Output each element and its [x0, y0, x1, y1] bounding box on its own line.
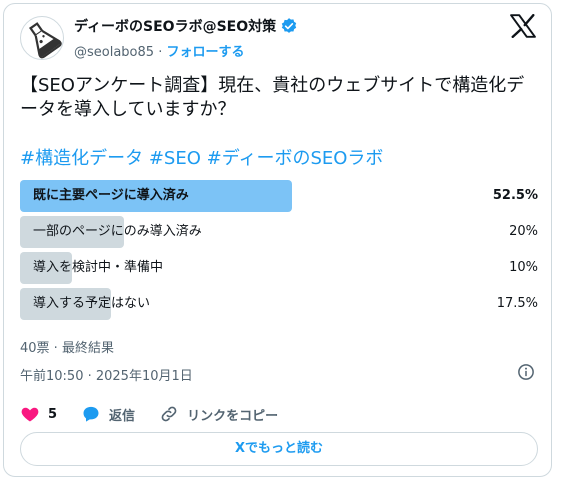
- tweet-card: ディーボのSEOラボ@SEO対策 @seolabo85 · フォローする 【SE…: [3, 3, 552, 477]
- handle[interactable]: @seolabo85: [74, 45, 154, 60]
- copy-link-button[interactable]: リンクをコピー: [159, 404, 278, 424]
- read-more-button[interactable]: Xでもっと読む: [20, 432, 538, 466]
- reply-bubble-icon: [83, 406, 99, 422]
- verified-badge-icon: [281, 18, 297, 33]
- poll-option-label: 導入を検討中・準備中: [33, 260, 164, 275]
- poll-option-percent: 52.5%: [492, 188, 538, 203]
- poll-option-label: 導入する予定はない: [33, 296, 151, 311]
- heart-icon: [21, 407, 39, 422]
- x-logo-icon[interactable]: [510, 14, 536, 38]
- timestamp[interactable]: 午前10:50 · 2025年10月1日: [20, 365, 193, 384]
- poll-option-label: 既に主要ページに導入済み: [33, 188, 189, 203]
- avatar[interactable]: [20, 16, 64, 60]
- poll: 既に主要ページに導入済み 52.5% 一部のページにのみ導入済み 20% 導入を…: [20, 180, 538, 324]
- reply-button[interactable]: 返信: [81, 404, 135, 424]
- separator: ·: [154, 45, 167, 60]
- action-bar: 5 返信 リンクをコピー: [20, 404, 302, 424]
- reply-label: 返信: [109, 408, 136, 424]
- like-button[interactable]: 5: [20, 404, 57, 424]
- copy-link-label: リンクをコピー: [187, 408, 279, 424]
- poll-option: 一部のページにのみ導入済み 20%: [20, 216, 538, 248]
- poll-option-percent: 17.5%: [496, 296, 538, 311]
- poll-option-label: 一部のページにのみ導入済み: [33, 224, 202, 239]
- info-icon[interactable]: [517, 363, 535, 381]
- display-name[interactable]: ディーボのSEOラボ@SEO対策: [74, 16, 276, 36]
- like-count: 5: [48, 406, 58, 422]
- hashtag-link[interactable]: #構造化データ: [20, 148, 143, 169]
- poll-option: 既に主要ページに導入済み 52.5%: [20, 180, 538, 212]
- poll-option: 導入を検討中・準備中 10%: [20, 252, 538, 284]
- poll-option-percent: 10%: [509, 260, 538, 275]
- link-icon: [161, 406, 177, 422]
- poll-option-percent: 20%: [509, 224, 538, 239]
- tweet-text: 【SEOアンケート調査】現在、貴社のウェブサイトで構造化データを導入していますか…: [20, 75, 525, 120]
- poll-summary: 40票 · 最終結果: [20, 341, 114, 356]
- flask-logo-icon: [29, 22, 62, 59]
- hashtag-link[interactable]: #ディーボのSEOラボ: [207, 148, 384, 169]
- hashtags: #構造化データ #SEO #ディーボのSEOラボ: [20, 147, 383, 171]
- follow-button[interactable]: フォローする: [166, 45, 244, 60]
- handle-row: @seolabo85 · フォローする: [74, 41, 244, 60]
- poll-option: 導入する予定はない 17.5%: [20, 288, 538, 320]
- hashtag-link[interactable]: #SEO: [149, 148, 201, 169]
